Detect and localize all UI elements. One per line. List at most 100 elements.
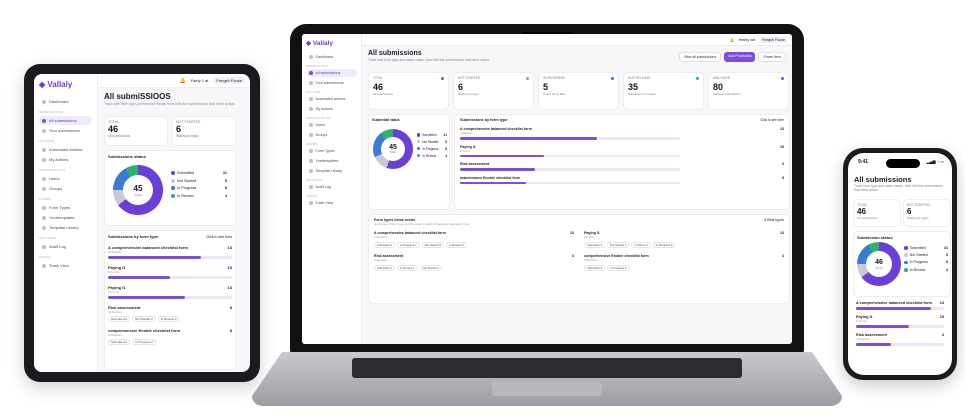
stat-card-total: TOTAL 46 All submissions [104,116,168,146]
nav-section-label: Settings [39,236,57,240]
nav-section-label: Submissions [306,64,329,68]
nav-label: All submissions [315,71,341,75]
nav-icon [309,123,313,127]
user-badge[interactable]: Fengsh Fouse [759,36,788,43]
formtype-row[interactable]: Risk assessment 3 4 Modules [856,333,944,346]
lower-item[interactable]: Paying I1 13 2 Forms Submitted 3 Not Started… [584,231,784,248]
nav-item[interactable]: Your submissions [39,126,92,135]
nav-item[interactable]: Yeartemplates [306,157,357,165]
nav-item[interactable]: Yourtemplates [39,213,92,222]
item-count: 3 [782,254,784,258]
stat-sub: Waiting to begin [176,134,199,138]
legend-value: 4 [946,267,948,272]
donut-label: Totals [389,151,397,154]
nav-label: Groups [315,133,328,137]
row-progress [108,276,232,279]
row-value: 13 [939,301,944,305]
laptop-topbar: 🔔 Yeahly nat Fengsh Fouse [362,34,792,46]
view-all-button[interactable]: View all submissions [678,52,722,62]
nav-icon [42,225,46,230]
stat-dot-icon [526,76,529,80]
formtype-row[interactable]: A comprehensive balanced checklist form 1… [856,301,944,310]
legend-label-wrap: Not Started [417,140,438,144]
card-link[interactable]: Click to see form [760,118,784,122]
laptop-sidebar: ◆ Vallaly Dashboard Submissions All submis… [302,34,362,344]
legend-swatch [171,193,175,198]
nav-item[interactable]: Groups [306,131,357,139]
nav-item[interactable]: Form Types [306,147,357,155]
formtype-row[interactable]: Paying I1 13 2 Forms [108,285,232,299]
card-link[interactable]: 8 Best types [764,218,784,222]
formtype-row[interactable]: A comprehensive balanced checklist form 1… [108,245,232,259]
status-chip: Submitted 3 [584,265,605,271]
nav-icon [309,169,313,173]
filter-button[interactable]: Power item [758,52,786,62]
add-provisions-button[interactable]: Add Provisions [724,52,756,62]
nav-item[interactable]: My Actions [39,155,92,164]
nav-item[interactable]: Template Library [306,167,357,175]
formtype-row[interactable]: Risk assessment 8 4 Modules Submitted 3 Not … [108,305,232,322]
nav-item[interactable]: Groups [39,184,92,193]
row-head: A comprehensive balanced checklist form 1… [856,301,944,305]
nav-item[interactable]: Trash View [39,261,92,270]
legend-item: Not Started 5 [417,140,447,144]
nav-item[interactable]: My actions [306,105,357,113]
row-progress [108,256,232,259]
stat-value: 6 [176,124,182,134]
row-progress [460,137,681,140]
formtype-row[interactable]: Risk assessment 3 [460,162,784,171]
user-name[interactable]: Yeahly nat [738,38,755,42]
legend-swatch [171,186,175,191]
tablet-sidebar: ◆ Vallaly Dashboard Submissions All submis… [34,74,98,372]
card-link[interactable]: Click to see form [206,235,232,239]
legend-value: 5 [445,139,447,144]
tablet-main: All submiSSlOOS Track with form type-per… [104,92,244,107]
lower-item[interactable]: A comprehensive balanced checklist form 1… [374,231,574,248]
nav-item[interactable]: Dashboard [306,53,357,61]
nav-item[interactable]: Your submissions [306,79,357,87]
row-value: 15 [780,144,784,149]
nav-item[interactable]: Automated actions [306,95,357,103]
lower-items: A comprehensive balanced checklist form 1… [374,231,784,271]
laptop-device: ◆ Vallaly Dashboard Submissions All submis… [290,24,804,354]
nav-item[interactable]: Audit Log [306,183,357,191]
nav-item[interactable]: Template Library [39,223,92,232]
lower-item[interactable]: Risk assessment 3 4 Modules Submitted 1 In R… [374,254,574,271]
legend-swatch [417,147,421,151]
nav-icon [309,133,313,137]
formtype-row[interactable]: comprehensive Enoble checklist form 8 4 Mo… [108,328,232,345]
legend-item: In Progress 8 [417,147,447,151]
nav-item[interactable]: Audit Log [39,242,92,251]
formtype-row[interactable]: A comprehensive balanced checklist form 1… [460,127,784,140]
nav-item[interactable]: Automated Actions [39,145,92,154]
nav-item[interactable]: Form Types [39,203,92,212]
status-chip: Submitted 3 [108,316,131,322]
nav-item[interactable]: Dashboard [39,97,92,106]
formtype-row[interactable]: Paying I1 15 2 Forms [460,144,784,157]
bell-icon[interactable]: 🔔 [180,78,186,84]
user-name[interactable]: Fairly 1 at [191,78,209,83]
formtype-row[interactable]: maintenance Enoble checklist form 8 [460,176,784,184]
status-time: 9:41 [858,159,869,165]
nav-item[interactable]: All submissions [306,69,357,77]
status-chip: Submitted 1 [374,265,395,271]
row-sub: 4 Modules [856,337,870,341]
legend-value: 5 [946,253,948,258]
nav-item[interactable]: All submissions [39,116,92,125]
formtype-row[interactable]: Paying I1 15 2 Forms [856,315,944,328]
lower-item[interactable]: comprehensive Enoble checklist form 3 4 Mo… [584,254,784,271]
legend-value: 21 [443,133,447,137]
legend-swatch [904,267,908,272]
bell-icon[interactable]: 🔔 [730,38,734,42]
nav-item[interactable]: Users [306,121,357,129]
user-badge[interactable]: Fengsh Fouse [213,77,245,84]
nav-item[interactable]: Trash View [306,199,357,207]
nav-item[interactable]: Users [39,174,92,183]
page-title: All submissions [368,50,422,57]
donut-value: 45 [133,183,143,193]
nav-icon [309,159,313,163]
row-value: 8 [229,328,232,333]
legend-label: Submitted [909,246,926,250]
stat-value: 46 [857,207,866,216]
formtype-row[interactable]: Paying I1 15 2 Forms [108,265,232,279]
